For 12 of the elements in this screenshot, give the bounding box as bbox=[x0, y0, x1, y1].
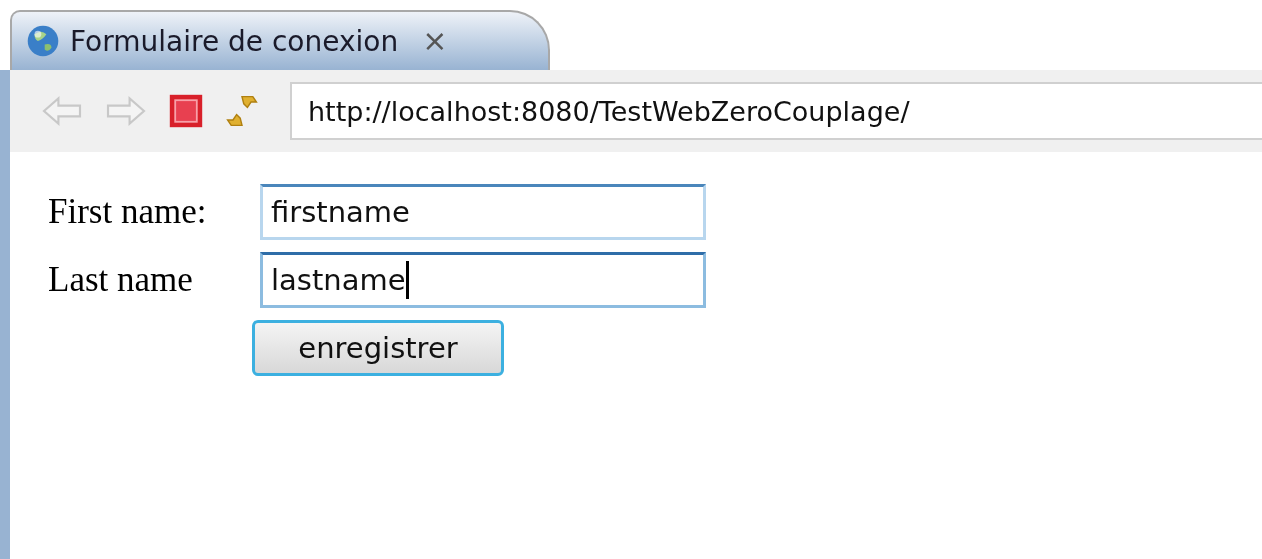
address-field[interactable]: http://localhost:8080/TestWebZeroCouplage/ bbox=[290, 82, 1262, 140]
save-button[interactable]: enregistrer bbox=[252, 320, 504, 376]
stop-icon[interactable] bbox=[168, 93, 204, 129]
close-icon[interactable]: ⨯ bbox=[422, 26, 448, 56]
browser-tab[interactable]: Formulaire de conexion ⨯ bbox=[10, 10, 550, 70]
field-label: First name: bbox=[48, 192, 208, 232]
input-field[interactable]: lastname bbox=[260, 252, 706, 308]
tab-title: Formulaire de conexion bbox=[70, 24, 399, 58]
input-field[interactable]: firstname bbox=[260, 184, 706, 240]
field-label: Last name bbox=[48, 260, 194, 300]
refresh-icon[interactable] bbox=[224, 93, 260, 129]
globe-icon bbox=[26, 24, 60, 58]
